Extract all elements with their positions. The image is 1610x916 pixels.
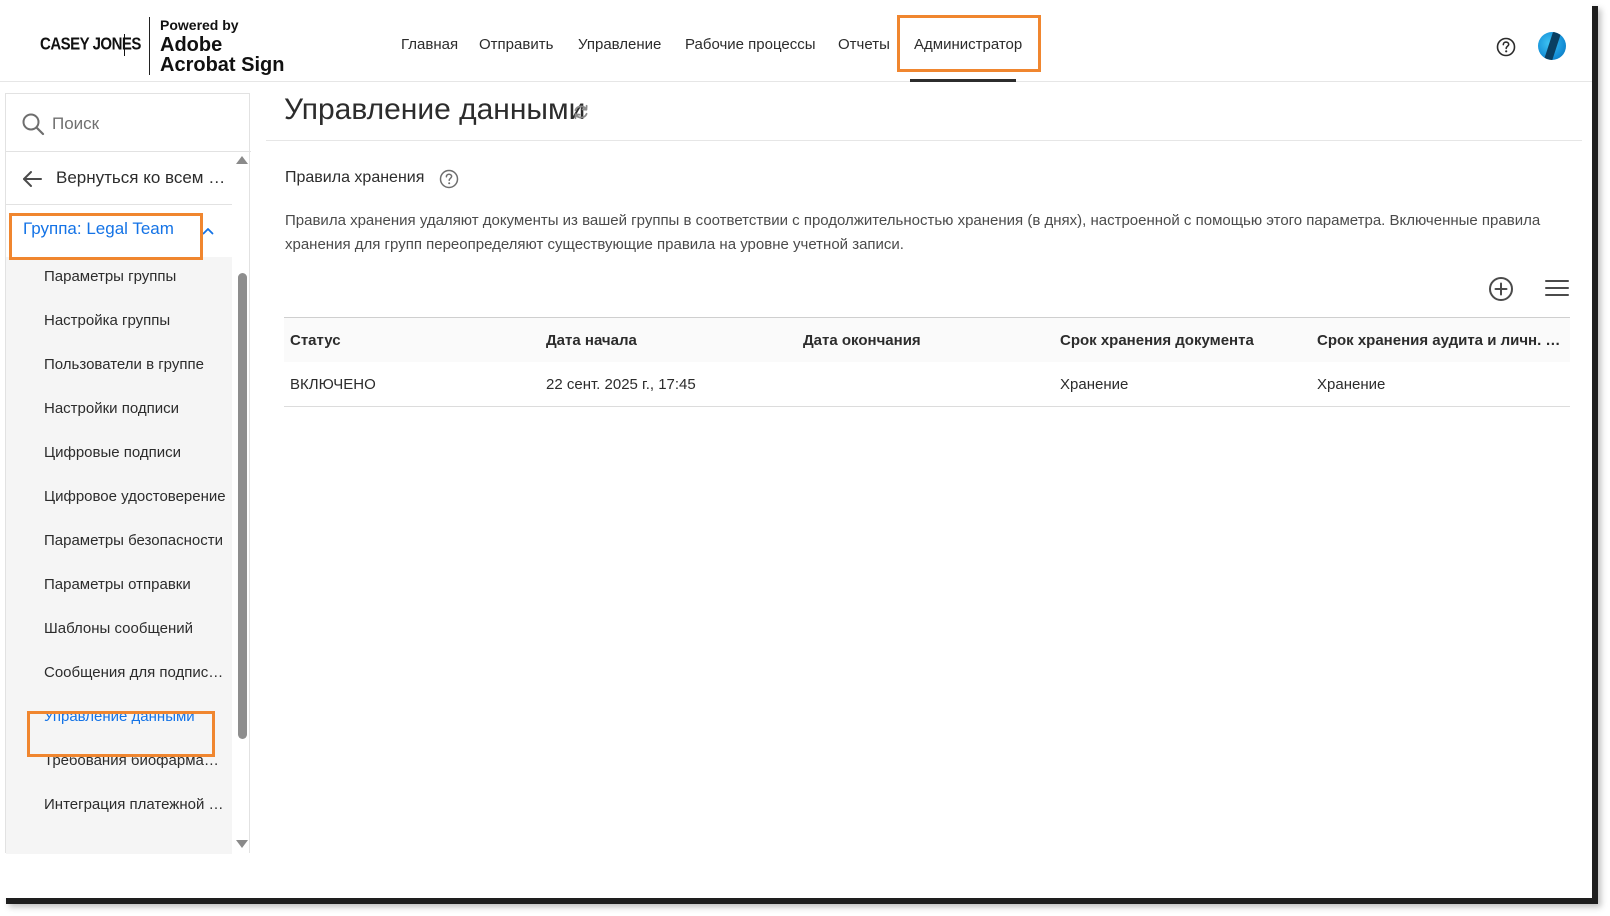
back-label: Вернуться ко всем группам xyxy=(56,168,228,187)
help-icon[interactable] xyxy=(439,169,459,189)
sidebar-search xyxy=(6,94,251,152)
sidebar-item-signature-settings[interactable]: Настройки подписи xyxy=(44,400,227,417)
arrow-left-icon xyxy=(23,171,42,187)
table-header: Статус Дата начала Дата окончания Срок х… xyxy=(284,317,1570,362)
logo-divider xyxy=(124,34,125,56)
nav-manage[interactable]: Управление xyxy=(578,36,661,53)
sidebar-item-group-users[interactable]: Пользователи в группе xyxy=(44,356,227,373)
chevron-up-icon[interactable] xyxy=(202,227,214,235)
back-to-groups-button[interactable]: Вернуться ко всем группам xyxy=(6,152,232,205)
column-header-start-date[interactable]: Дата начала xyxy=(546,332,796,349)
title-divider xyxy=(266,140,1582,141)
client-logo: CASEY JONES xyxy=(40,34,141,55)
sidebar-item-digital-signatures[interactable]: Цифровые подписи xyxy=(44,444,227,461)
highlight-data-management xyxy=(27,711,215,757)
menu-lines-icon[interactable] xyxy=(1545,278,1569,298)
help-icon[interactable] xyxy=(1496,37,1516,57)
table-row[interactable]: ВКЛЮЧЕНО 22 сент. 2025 г., 17:45 Хранени… xyxy=(284,362,1570,407)
sidebar-item-payment-integration[interactable]: Интеграция платежной системы xyxy=(44,796,227,813)
add-rule-icon[interactable] xyxy=(1488,276,1514,302)
search-icon xyxy=(22,113,45,136)
product-name-line2: Acrobat Sign xyxy=(160,54,285,76)
powered-by-text: Powered by xyxy=(160,17,239,33)
logo-divider-main xyxy=(149,17,150,75)
user-avatar[interactable] xyxy=(1538,32,1566,60)
sidebar-item-group-params[interactable]: Параметры группы xyxy=(44,268,227,285)
column-header-end-date[interactable]: Дата окончания xyxy=(803,332,1053,349)
section-title: Правила хранения xyxy=(285,169,425,186)
cell-audit-retention: Хранение xyxy=(1317,376,1386,393)
top-header: CASEY JONES Powered by Adobe Acrobat Sig… xyxy=(0,0,1592,82)
scroll-down-arrow[interactable] xyxy=(236,840,248,848)
group-settings-menu: Параметры группы Настройка группы Пользо… xyxy=(6,257,232,854)
nav-active-indicator xyxy=(910,79,1016,82)
scroll-thumb[interactable] xyxy=(238,273,247,739)
scroll-up-arrow[interactable] xyxy=(236,156,248,164)
refresh-icon[interactable] xyxy=(572,103,590,121)
app-window: CASEY JONES Powered by Adobe Acrobat Sig… xyxy=(0,0,1592,898)
section-description: Правила хранения удаляют документы из ва… xyxy=(285,212,1541,253)
sidebar-item-message-templates[interactable]: Шаблоны сообщений xyxy=(44,620,227,637)
cell-start-date: 22 сент. 2025 г., 17:45 xyxy=(546,376,696,393)
sidebar-item-digital-identity[interactable]: Цифровое удостоверение xyxy=(44,488,227,505)
nav-send[interactable]: Отправить xyxy=(479,36,553,53)
column-header-document-retention[interactable]: Срок хранения документа xyxy=(1060,332,1310,349)
cell-status: ВКЛЮЧЕНО xyxy=(290,376,376,393)
page-title: Управление данными xyxy=(284,93,586,126)
column-header-status[interactable]: Статус xyxy=(290,332,540,349)
nav-reports[interactable]: Отчеты xyxy=(838,36,890,53)
highlight-admin-tab xyxy=(897,15,1041,72)
cell-document-retention: Хранение xyxy=(1060,376,1129,393)
column-header-audit-retention[interactable]: Срок хранения аудита и личн. … xyxy=(1317,332,1567,349)
nav-workflows[interactable]: Рабочие процессы xyxy=(685,36,816,53)
sidebar-item-signer-messages[interactable]: Сообщения для подписантов xyxy=(44,664,227,681)
product-name-line1: Adobe xyxy=(160,34,223,56)
sidebar-item-security[interactable]: Параметры безопасности xyxy=(44,532,227,549)
sidebar-scrollbar[interactable] xyxy=(235,153,249,854)
nav-home[interactable]: Главная xyxy=(401,36,458,53)
sidebar-item-send-settings[interactable]: Параметры отправки xyxy=(44,576,227,593)
search-input[interactable] xyxy=(52,110,232,138)
highlight-group xyxy=(9,213,203,260)
sidebar-item-group-setup[interactable]: Настройка группы xyxy=(44,312,227,329)
